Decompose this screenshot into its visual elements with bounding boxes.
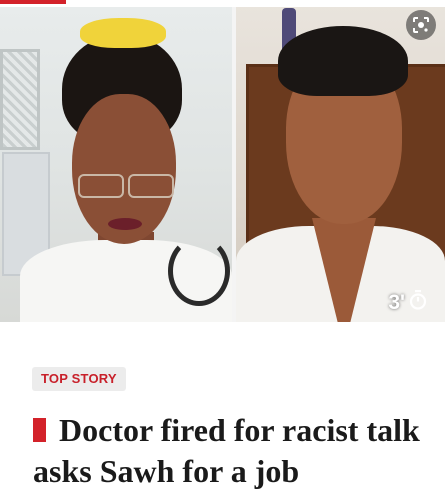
headband (80, 18, 166, 48)
headline-marker (33, 418, 46, 442)
background-window (0, 49, 40, 150)
left-video-frame (0, 4, 232, 322)
article-headline[interactable]: Doctor fired for racist talk asks Sawh f… (33, 410, 428, 492)
google-lens-icon[interactable] (406, 10, 436, 40)
accent-strip (0, 0, 66, 4)
right-video-frame (236, 4, 445, 322)
video-duration: 3' (388, 290, 427, 316)
glasses (78, 174, 178, 198)
headline-text[interactable]: Doctor fired for racist talk asks Sawh f… (33, 412, 420, 489)
top-bar (0, 0, 445, 7)
person-lips (108, 218, 142, 230)
video-thumbnail[interactable]: 3' (0, 4, 445, 322)
top-story-badge[interactable]: TOP STORY (32, 367, 126, 391)
duration-label: 3' (388, 291, 405, 314)
stethoscope (168, 236, 230, 306)
news-card[interactable]: 3' TOP STORY Doctor fired for racist tal… (0, 0, 445, 500)
stopwatch-icon (409, 290, 427, 316)
person-hair (278, 26, 408, 96)
